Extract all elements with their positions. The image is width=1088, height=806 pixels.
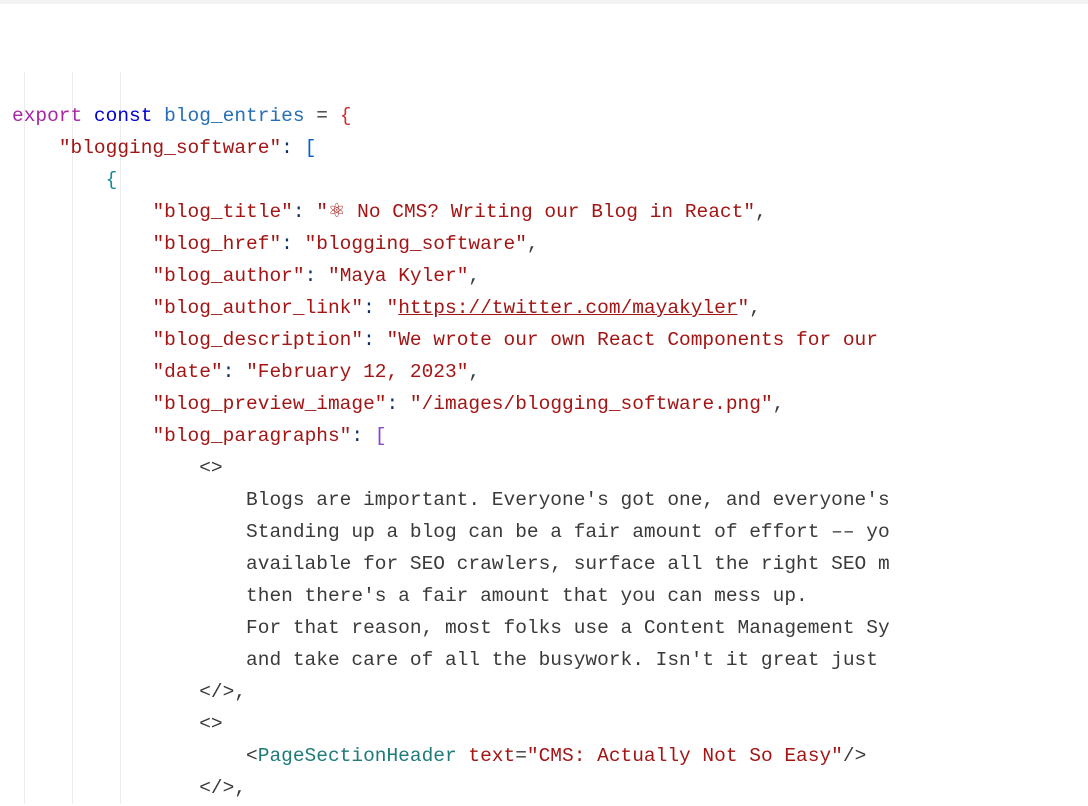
paragraphs-bracket-open: [	[375, 425, 387, 447]
key-blog-title: blog_title	[164, 201, 281, 223]
value-blog-author: Maya Kyler	[340, 265, 457, 287]
key-blog-author: blog_author	[164, 265, 293, 287]
jsx-fragment-open: <>	[199, 713, 222, 735]
keyword-export: export	[12, 105, 82, 127]
code-block: export const blog_entries = { "blogging_…	[12, 36, 1088, 804]
value-blog-href: blogging_software	[316, 233, 515, 255]
jsx-text-line: then there's a fair amount that you can …	[246, 585, 808, 607]
var-blog-entries: blog_entries	[164, 105, 304, 127]
key-blog-preview-image: blog_preview_image	[164, 393, 375, 415]
key-blog-href: blog_href	[164, 233, 269, 255]
bracket-open: [	[305, 137, 317, 159]
code-editor[interactable]: export const blog_entries = { "blogging_…	[0, 0, 1088, 806]
jsx-text-line: Standing up a blog can be a fair amount …	[246, 521, 890, 543]
jsx-fragment-open: <>	[199, 457, 222, 479]
inner-brace-open: {	[106, 169, 118, 191]
jsx-attr-value: CMS: Actually Not So Easy	[539, 745, 832, 767]
key-blog-author-link: blog_author_link	[164, 297, 351, 319]
value-date: February 12, 2023	[258, 361, 457, 383]
value-blog-author-link[interactable]: https://twitter.com/mayakyler	[398, 297, 737, 319]
value-blog-description: We wrote our own React Components for ou…	[398, 329, 889, 351]
key-blog-paragraphs: blog_paragraphs	[164, 425, 340, 447]
equals: =	[316, 105, 328, 127]
value-blog-title: ⚛ No CMS? Writing our Blog in React	[328, 201, 743, 223]
key-date: date	[164, 361, 211, 383]
jsx-text-line: For that reason, most folks use a Conten…	[246, 617, 890, 639]
jsx-component: PageSectionHeader	[258, 745, 457, 767]
brace-open: {	[340, 105, 352, 127]
jsx-text-line: Blogs are important. Everyone's got one,…	[246, 489, 890, 511]
keyword-const: const	[94, 105, 153, 127]
jsx-fragment-close: </>	[199, 681, 234, 703]
key-blog-description: blog_description	[164, 329, 351, 351]
jsx-text-line: and take care of all the busywork. Isn't…	[246, 649, 890, 671]
jsx-text-line: available for SEO crawlers, surface all …	[246, 553, 890, 575]
jsx-fragment-close: </>	[199, 777, 234, 799]
value-blog-preview-image: /images/blogging_software.png	[422, 393, 761, 415]
jsx-attr-name: text	[468, 745, 515, 767]
key-blogging-software: blogging_software	[71, 137, 270, 159]
colon: :	[281, 137, 293, 159]
